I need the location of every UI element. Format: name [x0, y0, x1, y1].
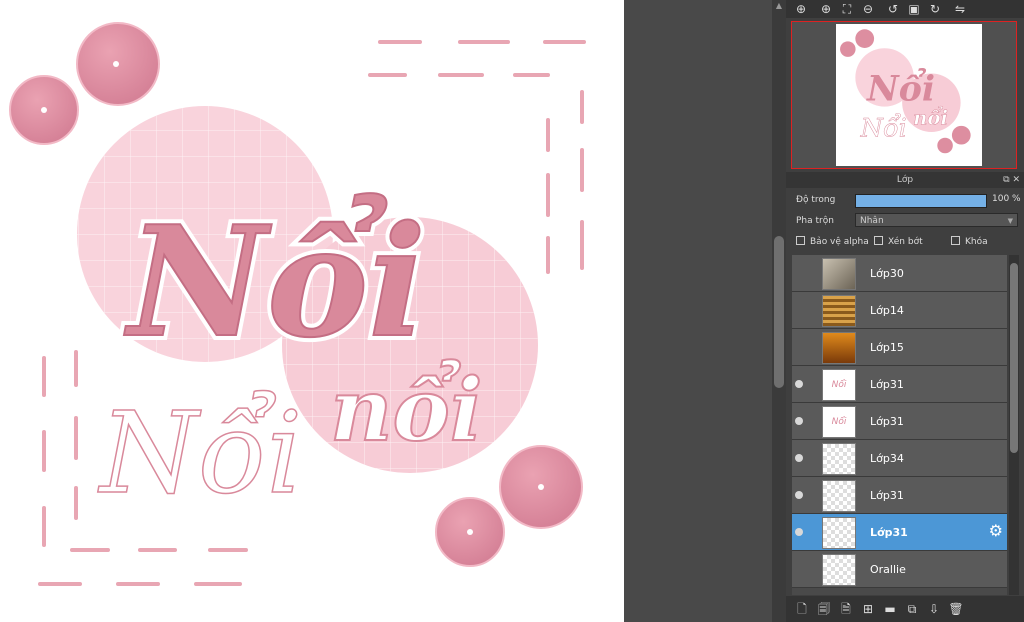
layer-panel-title: Lớp: [896, 175, 914, 185]
layer-list-scrollbar[interactable]: [1009, 255, 1019, 595]
layer-toolbar: 🗋 🗐 🗎 ⊞ ▬ ⧉ ⇩ 🗑: [786, 596, 1024, 622]
layer-thumbnail: [822, 480, 856, 512]
layer-name: Lớp31: [870, 526, 908, 539]
new-halftone-layer-icon[interactable]: 🗐: [816, 601, 832, 617]
layer-name: Lớp34: [870, 452, 904, 465]
outline-lettering: Nổi: [97, 389, 302, 519]
lock-checkbox[interactable]: Khóa: [951, 236, 988, 248]
add-layer-menu-icon[interactable]: ⊞: [860, 601, 876, 617]
scrollbar-thumb[interactable]: [774, 236, 784, 388]
artwork: Nổi Nổi nổi Nổi: [9, 22, 586, 586]
folder-icon[interactable]: ▬: [882, 601, 898, 617]
merge-down-icon[interactable]: ⇩: [926, 601, 942, 617]
blend-mode-label: Pha trộn: [796, 216, 834, 226]
svg-text:Nổi: Nổi: [860, 112, 907, 143]
undock-icon[interactable]: ⧉: [1003, 175, 1009, 185]
layer-thumbnail: [822, 443, 856, 475]
canvas-background: [624, 0, 774, 622]
visibility-icon[interactable]: [795, 528, 803, 536]
zoom-in-icon[interactable]: ⊕: [817, 1, 835, 17]
layer-item[interactable]: Lớp14: [792, 292, 1007, 329]
clipping-label: Xén bớt: [888, 237, 923, 247]
layer-thumbnail: [822, 295, 856, 327]
chevron-down-icon: ▼: [1007, 217, 1013, 225]
duplicate-layer-icon[interactable]: ⧉: [904, 601, 920, 617]
layer-item[interactable]: Lớp31: [792, 477, 1007, 514]
layer-thumbnail: [822, 554, 856, 586]
layer-thumbnail: [822, 332, 856, 364]
svg-text:Nổi: Nổi: [866, 67, 935, 109]
opacity-label: Độ trong: [796, 195, 836, 205]
scroll-up-icon[interactable]: ▲: [775, 2, 783, 10]
protect-alpha-label: Bảo vệ alpha: [810, 237, 869, 247]
layer-thumbnail: Nổi: [822, 406, 856, 438]
secondary-lettering: nổi: [330, 359, 483, 461]
visibility-icon[interactable]: [795, 454, 803, 462]
layer-name: Lớp15: [870, 341, 904, 354]
visibility-icon[interactable]: [795, 491, 803, 499]
new-1bit-layer-icon[interactable]: 🗎: [838, 601, 854, 617]
layer-item[interactable]: Nổi Lớp31: [792, 403, 1007, 440]
layer-item-selected[interactable]: Lớp31 ⚙: [792, 514, 1007, 551]
blend-mode-value: Nhân: [860, 216, 884, 226]
layer-panel-header: Lớp ⧉ ✕: [786, 172, 1024, 188]
scrollbar-thumb[interactable]: [1010, 263, 1018, 453]
main-lettering: Nổi: [123, 192, 426, 371]
layer-item[interactable]: Orallie: [792, 551, 1007, 588]
opacity-slider[interactable]: [855, 194, 987, 208]
blend-mode-select[interactable]: Nhân ▼: [855, 213, 1018, 227]
layer-item[interactable]: Lớp15: [792, 329, 1007, 366]
delete-layer-icon[interactable]: 🗑: [948, 601, 964, 617]
layer-name: Lớp31: [870, 489, 904, 502]
zoom-out-icon[interactable]: ⊖: [859, 1, 877, 17]
svg-text:nổi: nổi: [913, 104, 948, 129]
layer-thumbnail: [822, 517, 856, 549]
lock-label: Khóa: [965, 237, 988, 247]
layer-item[interactable]: Lớp34: [792, 440, 1007, 477]
layer-item[interactable]: Nổi Lớp31: [792, 366, 1007, 403]
fullscreen-icon[interactable]: ▣: [905, 1, 923, 17]
gear-icon[interactable]: ⚙: [989, 523, 1003, 539]
new-layer-icon[interactable]: 🗋: [794, 601, 810, 617]
opacity-value: 100 %: [992, 194, 1021, 204]
layer-item[interactable]: Lớp30: [792, 255, 1007, 292]
layer-name: Lớp14: [870, 304, 904, 317]
zoom-fit-icon[interactable]: ⊕: [792, 1, 810, 17]
navigator-preview[interactable]: Nổi nổi Nổi: [791, 21, 1017, 169]
rotate-right-icon[interactable]: ↻: [926, 1, 944, 17]
visibility-icon[interactable]: [795, 380, 803, 388]
rotate-left-icon[interactable]: ↺: [884, 1, 902, 17]
drawing-canvas[interactable]: Nổi Nổi nổi Nổi: [0, 0, 624, 622]
protect-alpha-checkbox[interactable]: Bảo vệ alpha: [796, 236, 869, 248]
layer-name: Orallie: [870, 563, 906, 576]
navigator-toolbar: ⊕ ⊕ ⛶ ⊖ ↺ ▣ ↻ ⇋: [786, 0, 1024, 18]
layer-name: Lớp30: [870, 267, 904, 280]
visibility-icon[interactable]: [795, 417, 803, 425]
navigator-thumbnail: Nổi nổi Nổi: [836, 24, 982, 166]
clipping-checkbox[interactable]: Xén bớt: [874, 236, 923, 248]
flip-icon[interactable]: ⇋: [951, 1, 969, 17]
close-icon[interactable]: ✕: [1012, 175, 1020, 185]
layer-thumbnail: Nổi: [822, 369, 856, 401]
canvas-vertical-scrollbar[interactable]: ▲: [772, 0, 786, 622]
layer-name: Lớp31: [870, 378, 904, 391]
layer-name: Lớp31: [870, 415, 904, 428]
layer-list: Lớp30 Lớp14 Lớp15 Nổi Lớp31 Nổi Lớp31 Lớ…: [792, 255, 1007, 595]
fit-window-icon[interactable]: ⛶: [838, 1, 856, 17]
layer-thumbnail: [822, 258, 856, 290]
right-panel: ⊕ ⊕ ⛶ ⊖ ↺ ▣ ↻ ⇋ Nổi nổi Nổi Lớp ⧉ ✕ Độ t…: [786, 0, 1024, 622]
